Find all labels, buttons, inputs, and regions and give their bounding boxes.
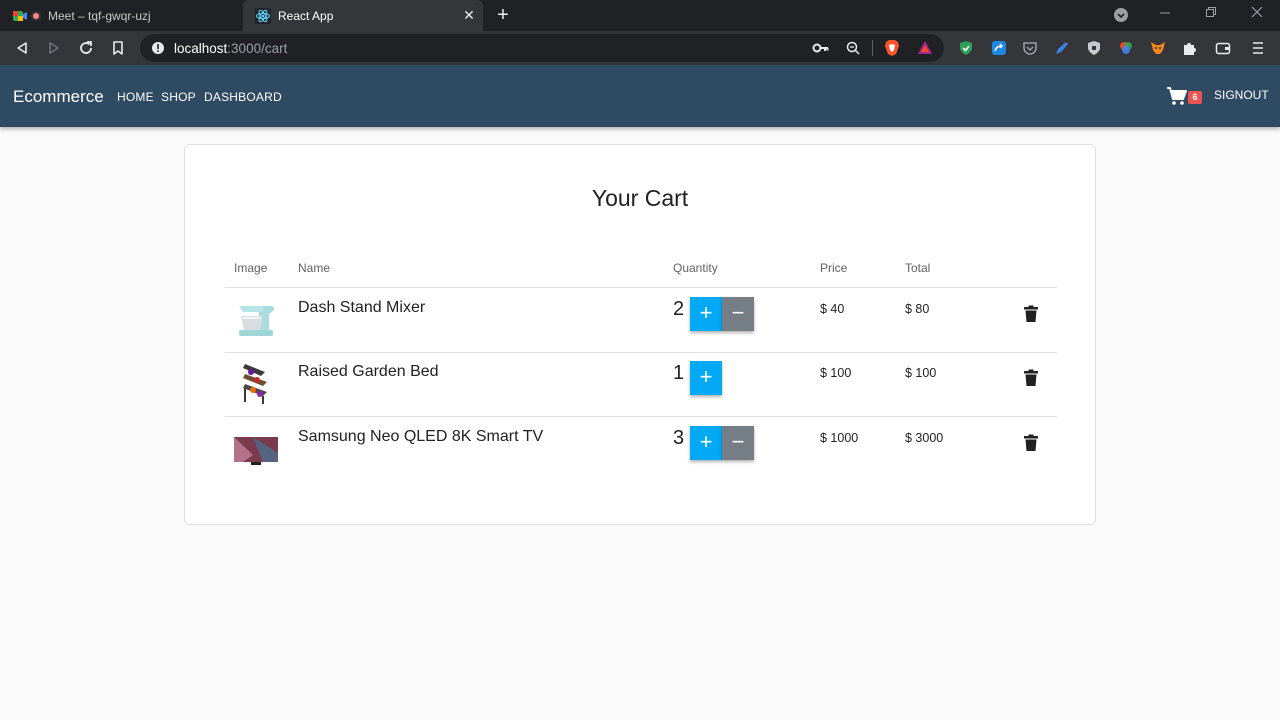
close-window-icon[interactable] — [1247, 6, 1267, 21]
meet-favicon-icon — [12, 8, 28, 24]
reload-icon[interactable] — [76, 38, 96, 58]
tab-meet[interactable]: Meet – tqf-gwqr-uzj — [0, 0, 242, 31]
tab-react-app[interactable]: React App ✕ — [243, 0, 483, 31]
delete-item-icon[interactable] — [1023, 305, 1039, 323]
new-tab-icon[interactable]: + — [493, 5, 513, 25]
close-tab-icon[interactable]: ✕ — [461, 7, 477, 23]
garden-bed-image — [233, 360, 279, 406]
brand-logo[interactable]: Ecommerce — [13, 87, 104, 107]
cart-row: Raised Garden Bed 1 + $ 100 $ 100 — [225, 352, 1057, 416]
smart-tv-image — [233, 425, 279, 471]
zoom-icon[interactable] — [846, 41, 860, 60]
increase-quantity-button[interactable]: + — [690, 426, 722, 460]
column-header-quantity: Quantity — [673, 261, 718, 275]
cart-card: Your Cart Image Name Quantity Price Tota… — [184, 144, 1096, 525]
brave-shield-icon[interactable] — [884, 39, 900, 62]
column-header-name: Name — [298, 261, 331, 275]
color-picker-icon[interactable] — [1118, 40, 1134, 56]
quantity-value: 1 — [673, 362, 685, 384]
unit-price: $ 100 — [820, 366, 852, 380]
url-path: :3000/cart — [227, 41, 288, 56]
product-name: Samsung Neo QLED 8K Smart TV — [298, 428, 544, 445]
metamask-icon[interactable] — [1150, 40, 1166, 56]
browser-tabbar: Meet – tqf-gwqr-uzj React App ✕ + — [0, 0, 1280, 31]
address-bar[interactable]: localhost:3000/cart — [140, 34, 944, 62]
shield-extension-icon[interactable] — [958, 40, 974, 56]
quantity-value: 2 — [673, 298, 685, 320]
decrease-quantity-button[interactable]: − — [722, 297, 754, 331]
page-title: Your Cart — [591, 185, 689, 211]
cart-row: Dash Stand Mixer 2 + − $ 40 $ 80 — [225, 288, 1057, 352]
column-header-image: Image — [234, 261, 268, 275]
forward-icon[interactable] — [44, 38, 64, 58]
tab-title: React App — [278, 8, 334, 23]
nav-shop[interactable]: SHOP — [161, 90, 196, 104]
bookmark-icon[interactable] — [108, 38, 128, 58]
app-navbar: Ecommerce HOME SHOP DASHBOARD 6 SIGNOUT — [0, 65, 1280, 127]
divider — [872, 40, 873, 56]
line-total: $ 3000 — [905, 431, 944, 445]
recording-icon — [31, 10, 41, 21]
increase-quantity-button[interactable]: + — [690, 297, 722, 331]
pocket-icon[interactable] — [1022, 40, 1038, 56]
unit-price: $ 40 — [820, 302, 845, 316]
back-icon[interactable] — [12, 38, 32, 58]
pen-extension-icon[interactable] — [1054, 40, 1070, 56]
stand-mixer-image — [233, 296, 279, 342]
cart-count-badge: 6 — [1188, 91, 1202, 104]
extensions-puzzle-icon[interactable] — [1182, 40, 1198, 56]
cart-icon[interactable] — [1166, 86, 1188, 106]
line-total: $ 100 — [905, 366, 937, 380]
privacy-shield-icon[interactable] — [1086, 40, 1102, 56]
column-header-price: Price — [820, 261, 848, 275]
unit-price: $ 1000 — [820, 431, 859, 445]
delete-item-icon[interactable] — [1023, 434, 1039, 452]
product-name: Dash Stand Mixer — [298, 299, 426, 316]
tab-title: Meet – tqf-gwqr-uzj — [48, 8, 151, 23]
site-info-icon[interactable] — [151, 41, 165, 60]
tab-search-icon[interactable] — [1111, 7, 1131, 26]
nav-dashboard[interactable]: DASHBOARD — [204, 90, 282, 104]
increase-quantity-button[interactable]: + — [690, 361, 722, 395]
wallet-icon[interactable] — [1215, 40, 1231, 56]
brave-rewards-icon[interactable] — [917, 40, 933, 61]
line-total: $ 80 — [905, 302, 930, 316]
product-name: Raised Garden Bed — [298, 363, 439, 380]
cart-row: Samsung Neo QLED 8K Smart TV 3 + − $ 100… — [225, 417, 1057, 481]
quantity-value: 3 — [673, 427, 685, 449]
minimize-icon[interactable] — [1155, 6, 1175, 21]
decrease-quantity-button[interactable]: − — [722, 426, 754, 460]
delete-item-icon[interactable] — [1023, 369, 1039, 387]
signout-link[interactable]: SIGNOUT — [1214, 88, 1269, 102]
column-header-total: Total — [905, 261, 931, 275]
browser-toolbar: localhost:3000/cart — [0, 31, 1280, 65]
restore-icon[interactable] — [1201, 6, 1221, 21]
url-text: localhost:3000/cart — [174, 41, 287, 56]
nav-home[interactable]: HOME — [117, 90, 154, 104]
share-extension-icon[interactable] — [991, 40, 1007, 56]
menu-icon[interactable] — [1250, 40, 1266, 56]
react-favicon-icon — [255, 7, 271, 24]
url-host: localhost — [174, 41, 228, 56]
key-icon[interactable] — [812, 41, 830, 60]
